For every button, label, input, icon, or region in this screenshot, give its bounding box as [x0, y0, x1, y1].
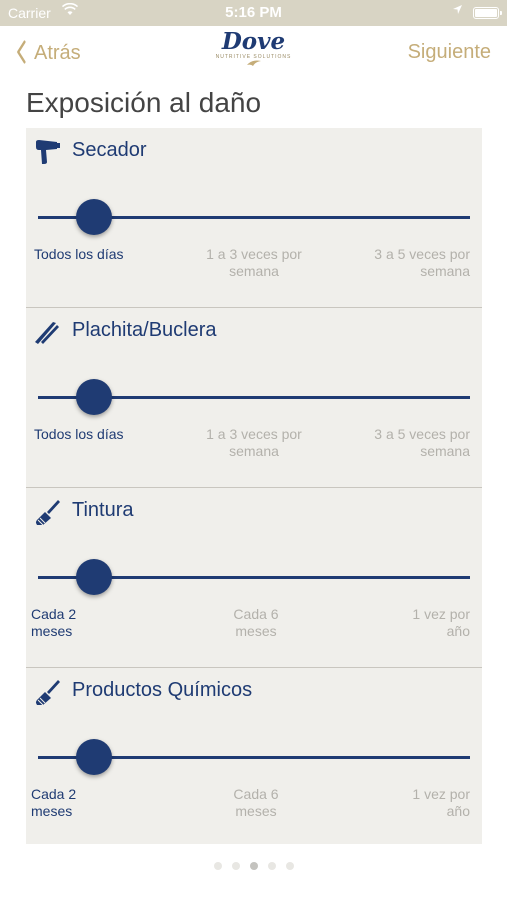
- page-indicator[interactable]: [0, 862, 507, 870]
- slider-thumb[interactable]: [76, 199, 112, 235]
- section-title: Plachita/Buclera: [72, 319, 217, 341]
- section-tintura: Tintura Cada 2 meses Cada 6 meses 1 vez …: [26, 488, 482, 668]
- option-3[interactable]: 1 vez por año: [395, 786, 470, 820]
- page-title: Exposición al daño: [26, 87, 262, 118]
- hair-dryer-icon: [33, 138, 61, 166]
- option-1[interactable]: Cada 2 meses: [31, 606, 101, 640]
- option-1[interactable]: Todos los días: [34, 426, 124, 443]
- option-3[interactable]: 1 vez por año: [395, 606, 470, 640]
- slider-thumb[interactable]: [76, 559, 112, 595]
- chemical-brush-icon: [33, 678, 61, 706]
- slider-thumb[interactable]: [76, 379, 112, 415]
- option-2[interactable]: 1 a 3 veces por semana: [186, 426, 322, 460]
- page-dot[interactable]: [231, 862, 240, 870]
- slider-thumb[interactable]: [76, 739, 112, 775]
- dye-brush-icon: [33, 498, 61, 526]
- status-bar: Carrier 5:16 PM: [0, 0, 507, 26]
- exposure-panel: Secador Todos los días 1 a 3 veces por s…: [26, 128, 482, 844]
- option-1[interactable]: Todos los días: [34, 246, 124, 263]
- page-dot[interactable]: [213, 862, 222, 870]
- section-plachita: Plachita/Buclera Todos los días 1 a 3 ve…: [26, 308, 482, 488]
- option-1[interactable]: Cada 2 meses: [31, 786, 101, 820]
- clock: 5:16 PM: [225, 4, 282, 21]
- section-title: Productos Químicos: [72, 679, 253, 701]
- section-productos-quimicos: Productos Químicos Cada 2 meses Cada 6 m…: [26, 668, 482, 844]
- navigation-bar: Atrás Dove NUTRITIVE SOLUTIONS Siguiente: [0, 26, 507, 86]
- hair-straightener-icon: [33, 318, 61, 346]
- option-2[interactable]: Cada 6 meses: [221, 606, 291, 640]
- option-3[interactable]: 3 a 5 veces por semana: [350, 426, 470, 460]
- section-title: Tintura: [72, 499, 134, 521]
- battery-icon: [473, 7, 502, 19]
- page-dot[interactable]: [267, 862, 276, 870]
- next-button[interactable]: Siguiente: [408, 41, 491, 64]
- page-dot-active[interactable]: [249, 862, 258, 870]
- option-2[interactable]: Cada 6 meses: [221, 786, 291, 820]
- section-title: Secador: [72, 139, 147, 161]
- option-3[interactable]: 3 a 5 veces por semana: [350, 246, 470, 280]
- section-secador: Secador Todos los días 1 a 3 veces por s…: [26, 128, 482, 308]
- location-arrow-icon: [452, 4, 463, 18]
- page-dot[interactable]: [285, 862, 294, 870]
- option-2[interactable]: 1 a 3 veces por semana: [186, 246, 322, 280]
